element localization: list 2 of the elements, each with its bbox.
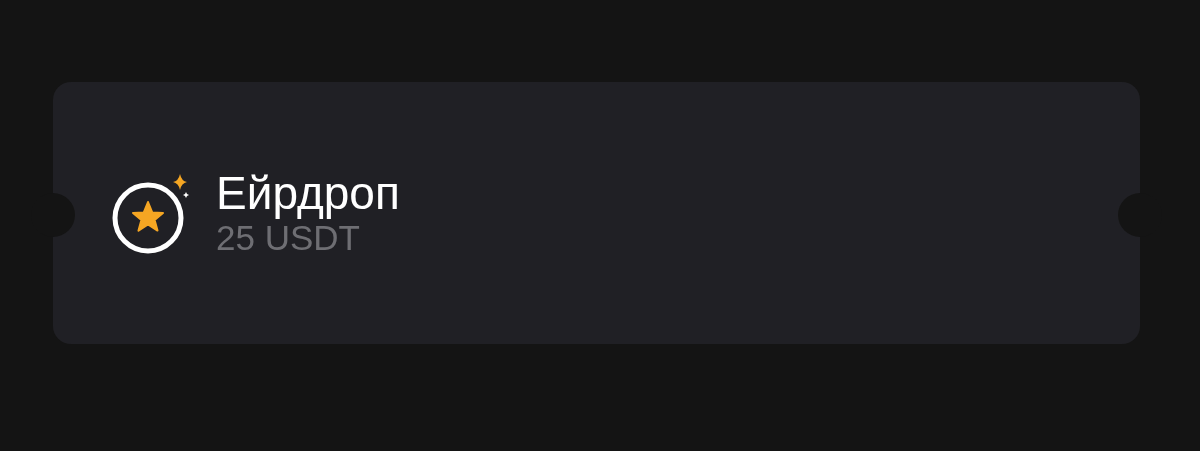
amount-text: 25 USDT	[216, 219, 360, 258]
card-title: Ейрдроп	[216, 168, 400, 220]
